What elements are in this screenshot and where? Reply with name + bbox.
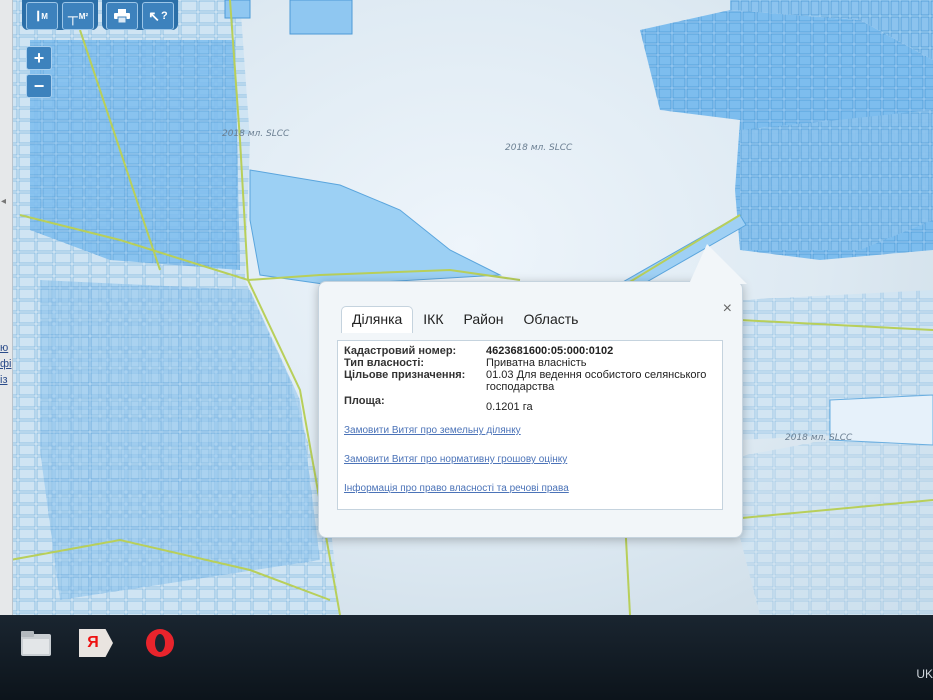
field-label: Цільове призначення: [344, 369, 466, 381]
zoom-out-button[interactable]: − [26, 74, 52, 98]
order-land-extract-link[interactable]: Замовити Витяг про земельну ділянку [344, 425, 716, 436]
parcel-cluster [40, 280, 320, 600]
measure-area-button[interactable]: ┬ M² [62, 2, 94, 30]
cursor-help-icon: ↖ [148, 7, 160, 24]
field-label: Площа: [344, 395, 385, 407]
measure-length-button[interactable]: ⅠM [26, 2, 58, 30]
popup-tabs: Ділянка ІКК Район Область [341, 306, 588, 333]
field-area: Площа: 0.1201 га [344, 395, 716, 413]
identify-button[interactable]: ↖? [142, 2, 174, 30]
parcel [289, 0, 353, 35]
popup-pointer [689, 244, 747, 284]
measure-length-unit: M [41, 11, 48, 21]
taskbar-file-explorer[interactable] [16, 623, 56, 663]
yandex-browser-icon: Я [79, 629, 113, 657]
field-value: 4623681600:05:000:0102 [486, 345, 614, 357]
zoom-controls: + − [26, 46, 52, 98]
close-icon[interactable]: × [723, 300, 732, 318]
measure-area-icon: ┬ [67, 8, 78, 24]
field-value: 01.03 Для ведення особистого селянського… [486, 369, 707, 393]
measure-length-icon: Ⅰ [36, 7, 41, 24]
tab-parcel[interactable]: Ділянка [341, 306, 414, 333]
parcel-details: Кадастровий номер: 4623681600:05:000:010… [337, 340, 723, 510]
collapse-arrow-icon[interactable]: ◂ [1, 196, 6, 207]
field-cadastral-number: Кадастровий номер: 4623681600:05:000:010… [344, 345, 716, 357]
identify-label: ? [161, 10, 168, 22]
opera-browser-icon [146, 629, 174, 657]
misc-tools: ↖? [102, 0, 178, 30]
parcel-cluster [740, 110, 933, 250]
field-value: Приватна власність [486, 357, 587, 369]
language-indicator[interactable]: UK [916, 667, 933, 681]
print-icon [114, 9, 130, 23]
tab-region[interactable]: Область [514, 307, 589, 333]
map-toolbar: ⅠM ┬ M² ↖? [22, 0, 178, 30]
order-valuation-extract-link[interactable]: Замовити Витяг про нормативну грошову оц… [344, 454, 716, 465]
taskbar: Я UK [0, 615, 933, 700]
side-panel: ◂ ю фі із [0, 0, 13, 615]
parcel-cluster [30, 40, 240, 270]
side-panel-link[interactable]: із [0, 374, 8, 386]
field-value: 0.1201 га [486, 401, 533, 413]
map-viewport[interactable]: 2018 мл. SLCC 2018 мл. SLCC 2018 мл. SLC… [0, 0, 933, 615]
field-label: Кадастровий номер: [344, 345, 457, 357]
field-label: Тип власності: [344, 357, 425, 369]
taskbar-opera-browser[interactable] [140, 623, 180, 663]
yandex-logo-letter: Я [87, 634, 99, 651]
field-ownership-type: Тип власності: Приватна власність [344, 357, 716, 369]
side-panel-link[interactable]: фі [0, 358, 12, 370]
parcel-info-popup: × Ділянка ІКК Район Область Кадастровий … [318, 244, 747, 538]
file-explorer-icon [21, 631, 51, 656]
zoom-in-button[interactable]: + [26, 46, 52, 70]
ownership-info-link[interactable]: Інформація про право власності та речові… [344, 483, 716, 494]
taskbar-yandex-browser[interactable]: Я [76, 623, 116, 663]
measure-tools: ⅠM ┬ M² [22, 0, 98, 30]
parcel [224, 0, 251, 19]
field-purpose: Цільове призначення: 01.03 Для ведення о… [344, 369, 716, 393]
side-panel-link[interactable]: ю [0, 342, 8, 354]
tab-ikk[interactable]: ІКК [413, 307, 453, 333]
tab-district[interactable]: Район [454, 307, 514, 333]
map-label: 2018 мл. SLCC [785, 433, 853, 443]
field-parcel [249, 169, 502, 286]
print-button[interactable] [106, 2, 138, 30]
map-label: 2018 мл. SLCC [222, 129, 290, 139]
measure-area-unit: M² [78, 11, 89, 21]
map-label: 2018 мл. SLCC [505, 143, 573, 153]
popup-links: Замовити Витяг про земельну ділянку Замо… [344, 425, 716, 494]
